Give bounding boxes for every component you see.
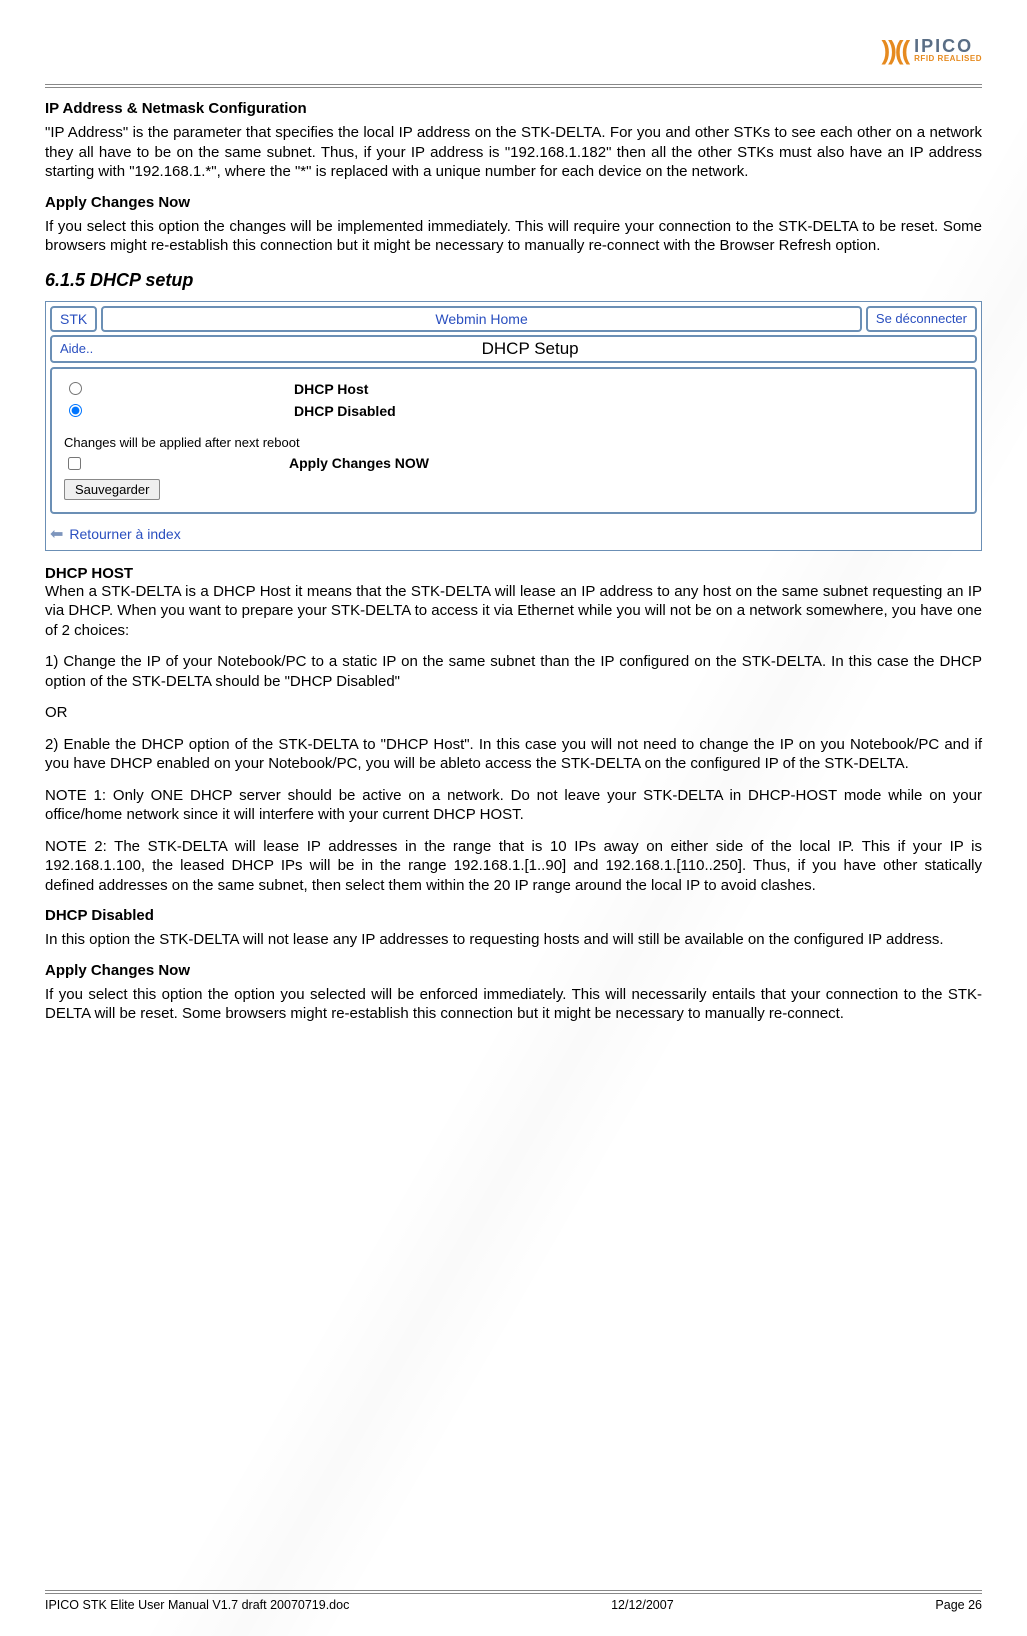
apply-changes-heading-1: Apply Changes Now <box>45 194 982 211</box>
webmin-page-title: DHCP Setup <box>93 339 967 359</box>
webmin-stk-tab[interactable]: STK <box>50 306 97 332</box>
dhcp-disabled-radio[interactable] <box>69 404 82 417</box>
footer-doc-name: IPICO STK Elite User Manual V1.7 draft 2… <box>45 1598 349 1612</box>
dhcp-host-radio[interactable] <box>69 382 82 395</box>
logo: ))(( IPICO RFID REALISED <box>882 35 982 66</box>
apply-now-label: Apply Changes NOW <box>289 455 429 471</box>
logo-icon: ))(( <box>882 35 909 66</box>
webmin-form-panel: DHCP Host DHCP Disabled Changes will be … <box>50 367 977 514</box>
dhcp-disabled-body: In this option the STK-DELTA will not le… <box>45 930 982 950</box>
webmin-logout-link[interactable]: Se déconnecter <box>866 306 977 332</box>
dhcp-or: OR <box>45 703 982 723</box>
dhcp-setup-heading: 6.1.5 DHCP setup <box>45 270 982 291</box>
dhcp-note-2: NOTE 2: The STK-DELTA will lease IP addr… <box>45 837 982 896</box>
footer-page: Page 26 <box>935 1598 982 1612</box>
apply-changes-body-1: If you select this option the changes wi… <box>45 217 982 256</box>
dhcp-host-heading: DHCP HOST <box>45 565 982 582</box>
dhcp-host-body: When a STK-DELTA is a DHCP Host it means… <box>45 582 982 641</box>
ip-config-body: "IP Address" is the parameter that speci… <box>45 123 982 182</box>
ip-config-heading: IP Address & Netmask Configuration <box>45 100 982 117</box>
webmin-help-link[interactable]: Aide.. <box>60 341 93 356</box>
logo-tagline: RFID REALISED <box>914 55 982 63</box>
dhcp-option-1: 1) Change the IP of your Notebook/PC to … <box>45 652 982 691</box>
webmin-home-link[interactable]: Webmin Home <box>101 306 862 332</box>
footer-date: 12/12/2007 <box>611 1598 674 1612</box>
page-header: ))(( IPICO RFID REALISED <box>45 20 982 80</box>
return-to-index-link[interactable]: ⬅ Retourner à index <box>50 522 977 546</box>
dhcp-disabled-label: DHCP Disabled <box>294 403 396 419</box>
apply-changes-body-2: If you select this option the option you… <box>45 985 982 1024</box>
dhcp-note-1: NOTE 1: Only ONE DHCP server should be a… <box>45 786 982 825</box>
dhcp-option-2: 2) Enable the DHCP option of the STK-DEL… <box>45 735 982 774</box>
footer-rule <box>45 1590 982 1594</box>
apply-changes-heading-2: Apply Changes Now <box>45 962 982 979</box>
arrow-left-icon: ⬅ <box>50 524 63 544</box>
return-link-text: Retourner à index <box>69 526 180 542</box>
webmin-screenshot: STK Webmin Home Se déconnecter Aide.. DH… <box>45 301 982 551</box>
header-rule <box>45 84 982 88</box>
dhcp-disabled-heading: DHCP Disabled <box>45 907 982 924</box>
save-button[interactable]: Sauvegarder <box>64 479 160 500</box>
logo-name: IPICO <box>914 37 982 55</box>
dhcp-host-label: DHCP Host <box>294 381 368 397</box>
page-footer: IPICO STK Elite User Manual V1.7 draft 2… <box>45 1590 982 1612</box>
reboot-note: Changes will be applied after next reboo… <box>64 435 963 450</box>
apply-now-checkbox[interactable] <box>68 457 81 470</box>
